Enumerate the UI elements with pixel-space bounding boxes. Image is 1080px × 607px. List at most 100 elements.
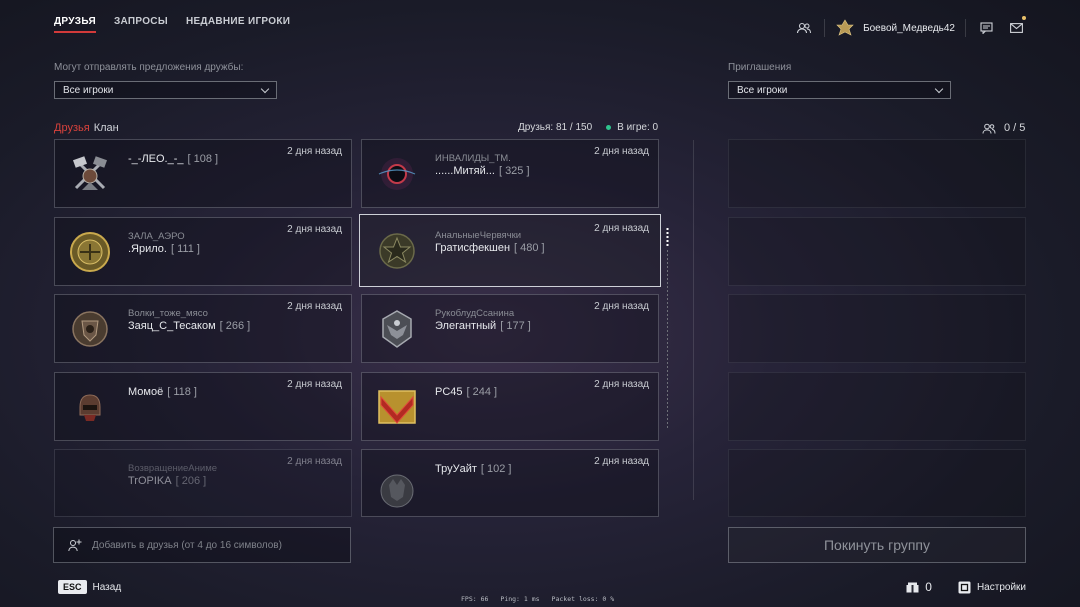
group-icon — [982, 123, 996, 134]
friends-subtabs: Друзья Клан — [54, 122, 119, 134]
invites-filter-value: Все игроки — [737, 84, 788, 96]
currency-icon — [906, 582, 919, 592]
group-slot — [728, 372, 1026, 441]
crossed-flags-emblem-icon — [67, 151, 113, 197]
clan-name: Волки_тоже_мясо — [128, 308, 208, 319]
group-icon[interactable] — [794, 18, 814, 38]
username: Боевой_Медведь42 — [863, 22, 955, 34]
user-profile[interactable]: Боевой_Медведь42 — [835, 18, 955, 38]
group-slot — [728, 449, 1026, 517]
footer-right: 0 Настройки — [906, 580, 1026, 594]
friend-card[interactable]: РукоблудСсанина Элегантный[ 177 ] 2 дня … — [361, 294, 659, 363]
separator — [965, 19, 966, 37]
add-user-icon — [68, 539, 82, 551]
currency-value: 0 — [925, 580, 932, 594]
friend-name: Момоё[ 118 ] — [128, 386, 197, 398]
friend-card[interactable]: ВозвращениеАниме TrOPIKA[ 206 ] 2 дня на… — [54, 449, 352, 517]
friend-level: [ 118 ] — [167, 386, 197, 398]
last-seen: 2 дня назад — [594, 146, 649, 157]
bronze-shield-emblem-icon — [67, 306, 113, 352]
friend-card[interactable]: -_-ЛЕО._-_[ 108 ] 2 дня назад — [54, 139, 352, 208]
tab-requests[interactable]: ЗАПРОСЫ — [114, 16, 168, 33]
red-chevron-emblem-icon — [374, 384, 420, 430]
friend-level: [ 102 ] — [480, 463, 512, 475]
clan-name: ВозвращениеАниме — [128, 463, 218, 474]
in-game-status: В игре: 0 — [606, 122, 658, 133]
clan-name: РукоблудСсанина — [435, 308, 515, 319]
friend-name: Гратисфекшен[ 480 ] — [435, 242, 545, 254]
star-emblem-icon — [374, 228, 420, 274]
settings-key-icon — [958, 581, 971, 593]
packet-loss-readout: Packet loss: 0 % — [551, 595, 615, 603]
friends-stats: Друзья: 81 / 150 В игре: 0 — [518, 122, 658, 133]
top-tabs: ДРУЗЬЯ ЗАПРОСЫ НЕДАВНИЕ ИГРОКИ — [54, 16, 290, 33]
friend-request-filter-label: Могут отправлять предложения дружбы: — [54, 62, 244, 73]
add-friend-input[interactable]: Добавить в друзья (от 4 до 16 символов) — [53, 527, 351, 563]
last-seen: 2 дня назад — [594, 301, 649, 312]
group-size: 0 / 5 — [982, 122, 1025, 134]
friend-level: [ 111 ] — [170, 243, 200, 255]
performance-stats: FPS: 66 Ping: 1 ms Packet loss: 0 % — [461, 595, 614, 603]
panel-divider — [693, 140, 694, 500]
last-seen: 2 дня назад — [287, 146, 342, 157]
friends-count: Друзья: 81 / 150 — [518, 122, 593, 133]
notification-dot — [1022, 16, 1026, 20]
last-seen: 2 дня назад — [594, 456, 649, 467]
friend-name: Заяц_С_Тесаком[ 266 ] — [128, 320, 251, 332]
ping-readout: Ping: 1 ms — [500, 595, 540, 603]
invites-label: Приглашения — [728, 62, 792, 73]
last-seen: 2 дня назад — [287, 301, 342, 312]
esc-key: ESC — [58, 580, 87, 594]
friend-card[interactable]: Момоё[ 118 ] 2 дня назад — [54, 372, 352, 441]
group-slot — [728, 294, 1026, 363]
group-slot — [728, 139, 1026, 208]
leave-group-button[interactable]: Покинуть группу — [728, 527, 1026, 563]
fps-readout: FPS: 66 — [461, 595, 489, 603]
friend-level: [ 325 ] — [498, 165, 530, 177]
invites-filter-select[interactable]: Все игроки — [728, 81, 951, 99]
separator — [824, 19, 826, 37]
settings-button[interactable]: Настройки — [958, 581, 1026, 594]
add-friend-placeholder: Добавить в друзья (от 4 до 16 символов) — [92, 539, 282, 551]
friend-level: [ 108 ] — [187, 153, 219, 165]
subtab-friends[interactable]: Друзья — [54, 122, 90, 134]
silver-eagle-emblem-icon — [374, 306, 420, 352]
chevron-down-icon — [934, 84, 944, 93]
chevron-down-icon — [260, 84, 270, 93]
friend-card[interactable]: Волки_тоже_мясо Заяц_С_Тесаком[ 266 ] 2 … — [54, 294, 352, 363]
currency-display[interactable]: 0 — [906, 580, 932, 594]
chat-icon[interactable] — [976, 18, 996, 38]
friend-name: ТруУайт[ 102 ] — [435, 463, 512, 475]
friend-request-filter-select[interactable]: Все игроки — [54, 81, 277, 99]
friend-level: [ 206 ] — [175, 475, 207, 487]
empty-avatar-icon — [67, 461, 113, 507]
last-seen: 2 дня назад — [594, 223, 649, 234]
group-slot — [728, 217, 1026, 286]
tab-recent-players[interactable]: НЕДАВНИЕ ИГРОКИ — [186, 16, 290, 33]
helmet-emblem-icon — [67, 384, 113, 430]
friend-card-selected[interactable]: АнальныеЧервячки Гратисфекшен[ 480 ] 2 д… — [359, 214, 661, 287]
friend-name: TrOPIKA[ 206 ] — [128, 475, 207, 487]
clan-name: ЗАЛА_АЭРО — [128, 231, 185, 242]
last-seen: 2 дня назад — [287, 224, 342, 235]
gold-medal-emblem-icon — [67, 229, 113, 275]
online-dot-icon — [606, 124, 612, 130]
settings-label: Настройки — [976, 581, 1026, 593]
friend-card[interactable]: ЗАЛА_АЭРО .Ярило.[ 111 ] 2 дня назад — [54, 217, 352, 286]
tab-friends[interactable]: ДРУЗЬЯ — [54, 16, 96, 33]
subtab-clan[interactable]: Клан — [94, 122, 119, 134]
friend-card[interactable]: ИНВАЛИДЫ_ТМ. ......Митяй...[ 325 ] 2 дня… — [361, 139, 659, 208]
mail-icon[interactable] — [1006, 16, 1026, 38]
rank-emblem-icon — [836, 19, 854, 36]
last-seen: 2 дня назад — [287, 379, 342, 390]
friend-name: -_-ЛЕО._-_[ 108 ] — [128, 153, 219, 165]
friend-card[interactable]: PC45[ 244 ] 2 дня назад — [361, 372, 659, 441]
back-button[interactable]: ESC Назад — [58, 580, 121, 594]
clan-name: АнальныеЧервячки — [435, 230, 522, 241]
friends-scrollbar[interactable] — [666, 228, 669, 428]
friend-card[interactable]: ТруУайт[ 102 ] 2 дня назад — [361, 449, 659, 517]
last-seen: 2 дня назад — [594, 379, 649, 390]
friend-level: [ 480 ] — [514, 242, 545, 254]
last-seen: 2 дня назад — [287, 456, 342, 467]
top-right-bar: Боевой_Медведь42 — [794, 16, 1026, 38]
